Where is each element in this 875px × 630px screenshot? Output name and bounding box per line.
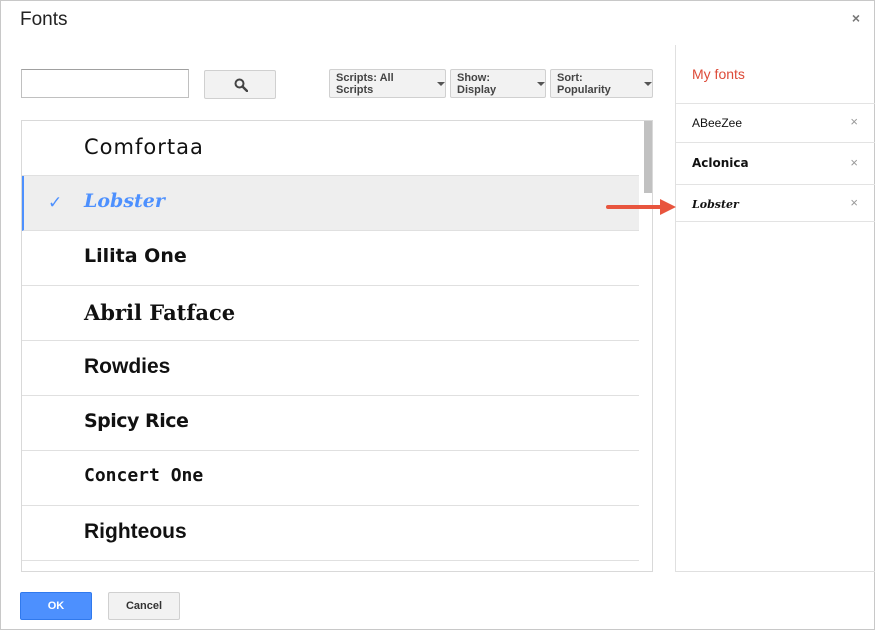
sort-dropdown-label: Sort: Popularity — [557, 71, 611, 96]
scripts-dropdown-label: Scripts: All Scripts — [336, 71, 394, 96]
font-name: Lobster — [84, 190, 165, 212]
my-font-item[interactable]: Aclonica × — [676, 142, 875, 184]
search-icon — [234, 78, 248, 92]
font-name: Spicy Rice — [84, 410, 189, 432]
fonts-dialog: Fonts × Scripts: All Scripts Show: Displ… — [0, 0, 875, 630]
chevron-down-icon — [537, 81, 545, 86]
cancel-button[interactable]: Cancel — [108, 592, 180, 620]
font-list-item[interactable]: Lilita One — [22, 231, 639, 286]
search-button[interactable] — [204, 70, 276, 99]
chevron-down-icon — [437, 81, 445, 86]
font-list-item[interactable]: Abril Fatface — [22, 286, 639, 341]
sort-dropdown[interactable]: Sort: Popularity — [550, 69, 653, 98]
checkmark-icon: ✓ — [48, 193, 63, 212]
my-fonts-title: My fonts — [692, 66, 745, 82]
ok-button[interactable]: OK — [20, 592, 92, 620]
font-list-item[interactable]: Spicy Rice — [22, 396, 639, 451]
font-name: Comfortaa — [84, 135, 204, 159]
font-name: Righteous — [84, 520, 187, 543]
remove-icon[interactable]: × — [850, 155, 858, 170]
close-icon[interactable]: × — [852, 10, 860, 26]
annotation-arrow-icon — [606, 199, 676, 215]
chevron-down-icon — [644, 81, 652, 86]
font-list-item-selected[interactable]: ✓ Lobster — [22, 176, 639, 231]
font-list-item[interactable]: Rowdies — [22, 341, 639, 396]
font-name: Lilita One — [84, 245, 187, 267]
search-input[interactable] — [21, 69, 189, 98]
scripts-dropdown[interactable]: Scripts: All Scripts — [329, 69, 446, 98]
dialog-title: Fonts — [20, 9, 68, 30]
scrollbar[interactable] — [644, 121, 652, 193]
font-list-item[interactable]: Concert One — [22, 451, 639, 506]
my-font-name: ABeeZee — [692, 116, 743, 130]
show-dropdown-label: Show: Display — [457, 71, 497, 96]
font-list[interactable]: Comfortaa ✓ Lobster Lilita One Abril Fat… — [21, 120, 653, 572]
font-list-item[interactable]: Comfortaa — [22, 121, 639, 176]
remove-icon[interactable]: × — [850, 114, 858, 129]
font-list-item[interactable]: Righteous — [22, 506, 639, 561]
font-name: Rowdies — [84, 355, 171, 378]
show-dropdown[interactable]: Show: Display — [450, 69, 546, 98]
font-name: Abril Fatface — [84, 300, 236, 325]
my-font-item[interactable]: Lobster × — [676, 184, 875, 222]
my-fonts-panel: My fonts ABeeZee × Aclonica × Lobster × — [675, 45, 875, 572]
font-name: Concert One — [84, 465, 204, 486]
my-font-name: Lobster — [692, 198, 739, 211]
my-font-item[interactable]: ABeeZee × — [676, 103, 875, 142]
my-font-name: Aclonica — [692, 156, 749, 170]
remove-icon[interactable]: × — [850, 195, 858, 210]
